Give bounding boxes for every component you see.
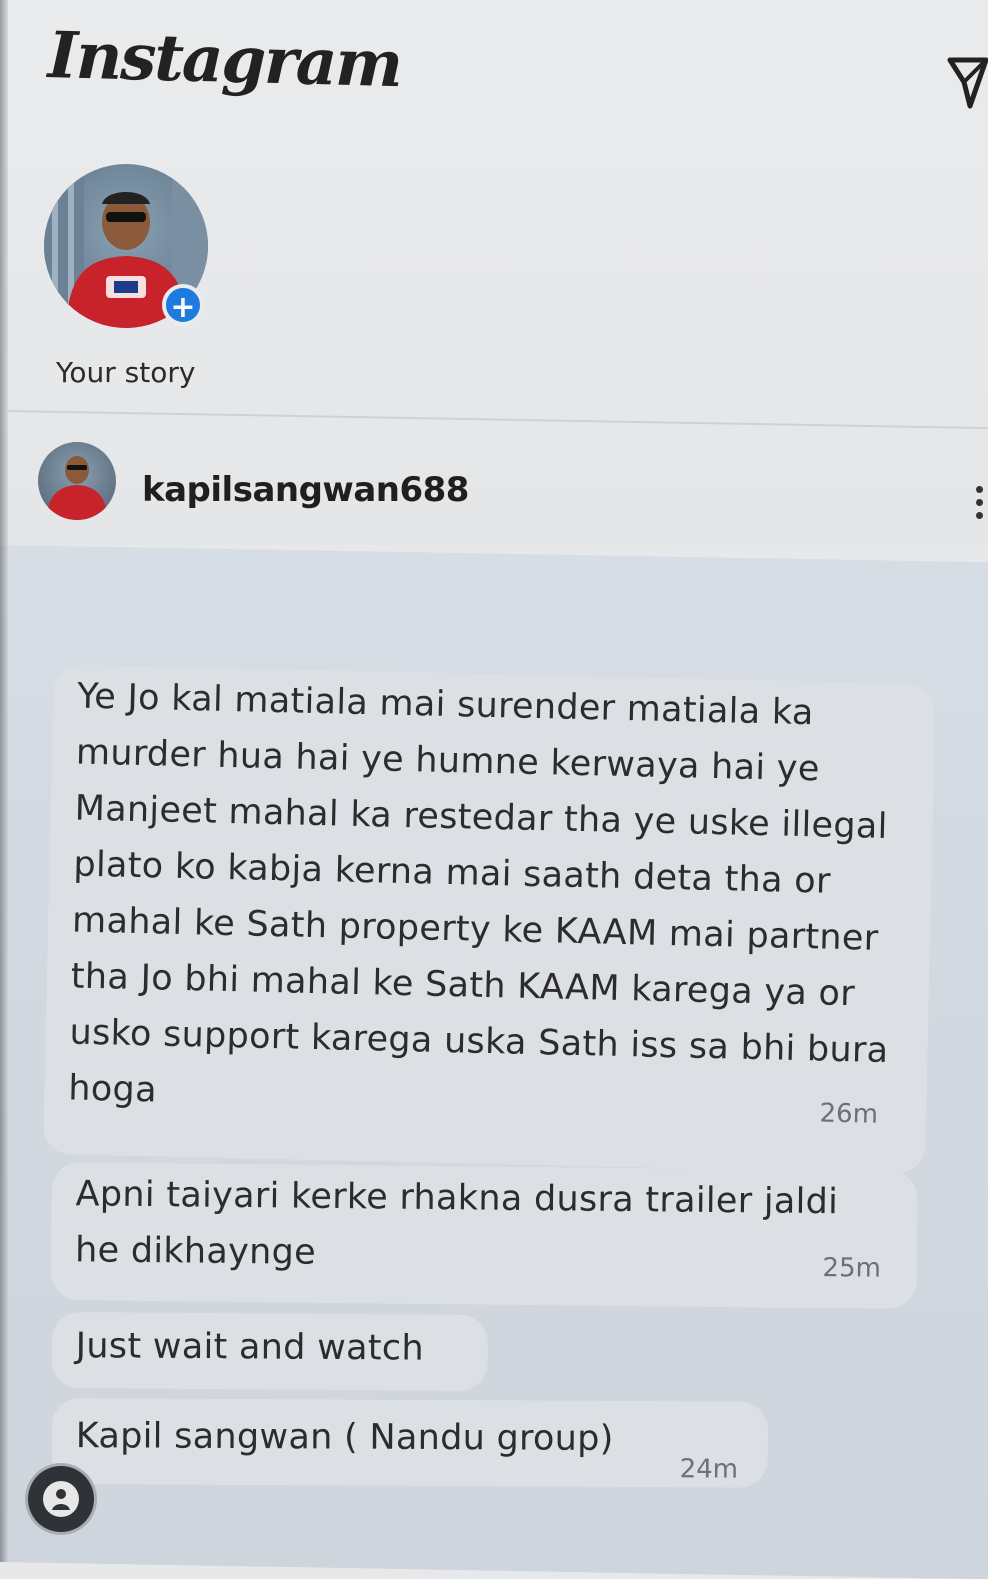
person-silhouette-icon <box>46 456 108 520</box>
message-text: Kapil sangwan ( Nandu group) <box>75 1416 614 1459</box>
story-label: Your story <box>56 356 196 389</box>
more-vertical-icon[interactable] <box>976 486 988 526</box>
message-time: 24m <box>679 1454 739 1485</box>
paper-plane-icon[interactable] <box>946 52 988 112</box>
contact-avatar[interactable] <box>38 442 116 520</box>
message-time: 26m <box>819 1098 879 1130</box>
message-bubble[interactable]: Kapil sangwan ( Nandu group) 24m <box>51 1398 768 1488</box>
app-title: Instagram <box>47 18 403 103</box>
message-text: Ye Jo kal matiala mai surender matiala k… <box>67 676 889 1111</box>
message-text: Just wait and watch <box>75 1326 425 1369</box>
screen-edge <box>0 0 8 1562</box>
message-bubble[interactable]: Just wait and watch <box>51 1312 488 1392</box>
add-story-button[interactable]: + <box>162 284 204 326</box>
message-bubble[interactable]: Apni taiyari kerke rhakna dusra trailer … <box>50 1162 918 1310</box>
message-bubble[interactable]: Ye Jo kal matiala mai surender matiala k… <box>42 664 936 1174</box>
chat-heads-icon[interactable] <box>28 1466 94 1532</box>
message-time: 25m <box>822 1253 882 1284</box>
message-text: Apni taiyari kerke rhakna dusra trailer … <box>74 1174 839 1273</box>
contact-username[interactable]: kapilsangwan688 <box>142 470 469 510</box>
